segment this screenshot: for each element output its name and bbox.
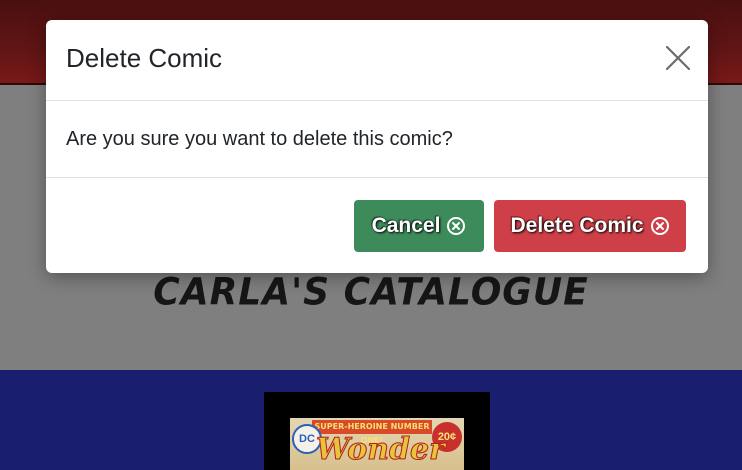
delete-comic-button[interactable]: Delete Comic (494, 200, 686, 252)
cancel-button[interactable]: Cancel (354, 200, 484, 252)
close-button[interactable] (665, 45, 691, 71)
modal-header: Delete Comic (46, 20, 708, 101)
cover-title: Wonder (316, 432, 446, 468)
modal-body: Are you sure you want to delete this com… (46, 101, 708, 178)
circle-x-icon (650, 217, 669, 235)
cancel-button-label: Cancel (371, 214, 441, 237)
delete-button-label: Delete Comic (510, 214, 644, 237)
modal-title: Delete Comic (66, 43, 223, 73)
close-icon (665, 45, 691, 71)
delete-comic-modal: Delete Comic Are you sure you want to de… (46, 20, 708, 273)
comic-cover-image[interactable]: SUPER-HEROINE NUMBER ONE! DC 20¢ Wonder (290, 418, 464, 470)
circle-x-icon (447, 217, 466, 235)
modal-message: Are you sure you want to delete this com… (66, 128, 453, 150)
catalogue-title: Carla's Catalogue (153, 270, 589, 315)
